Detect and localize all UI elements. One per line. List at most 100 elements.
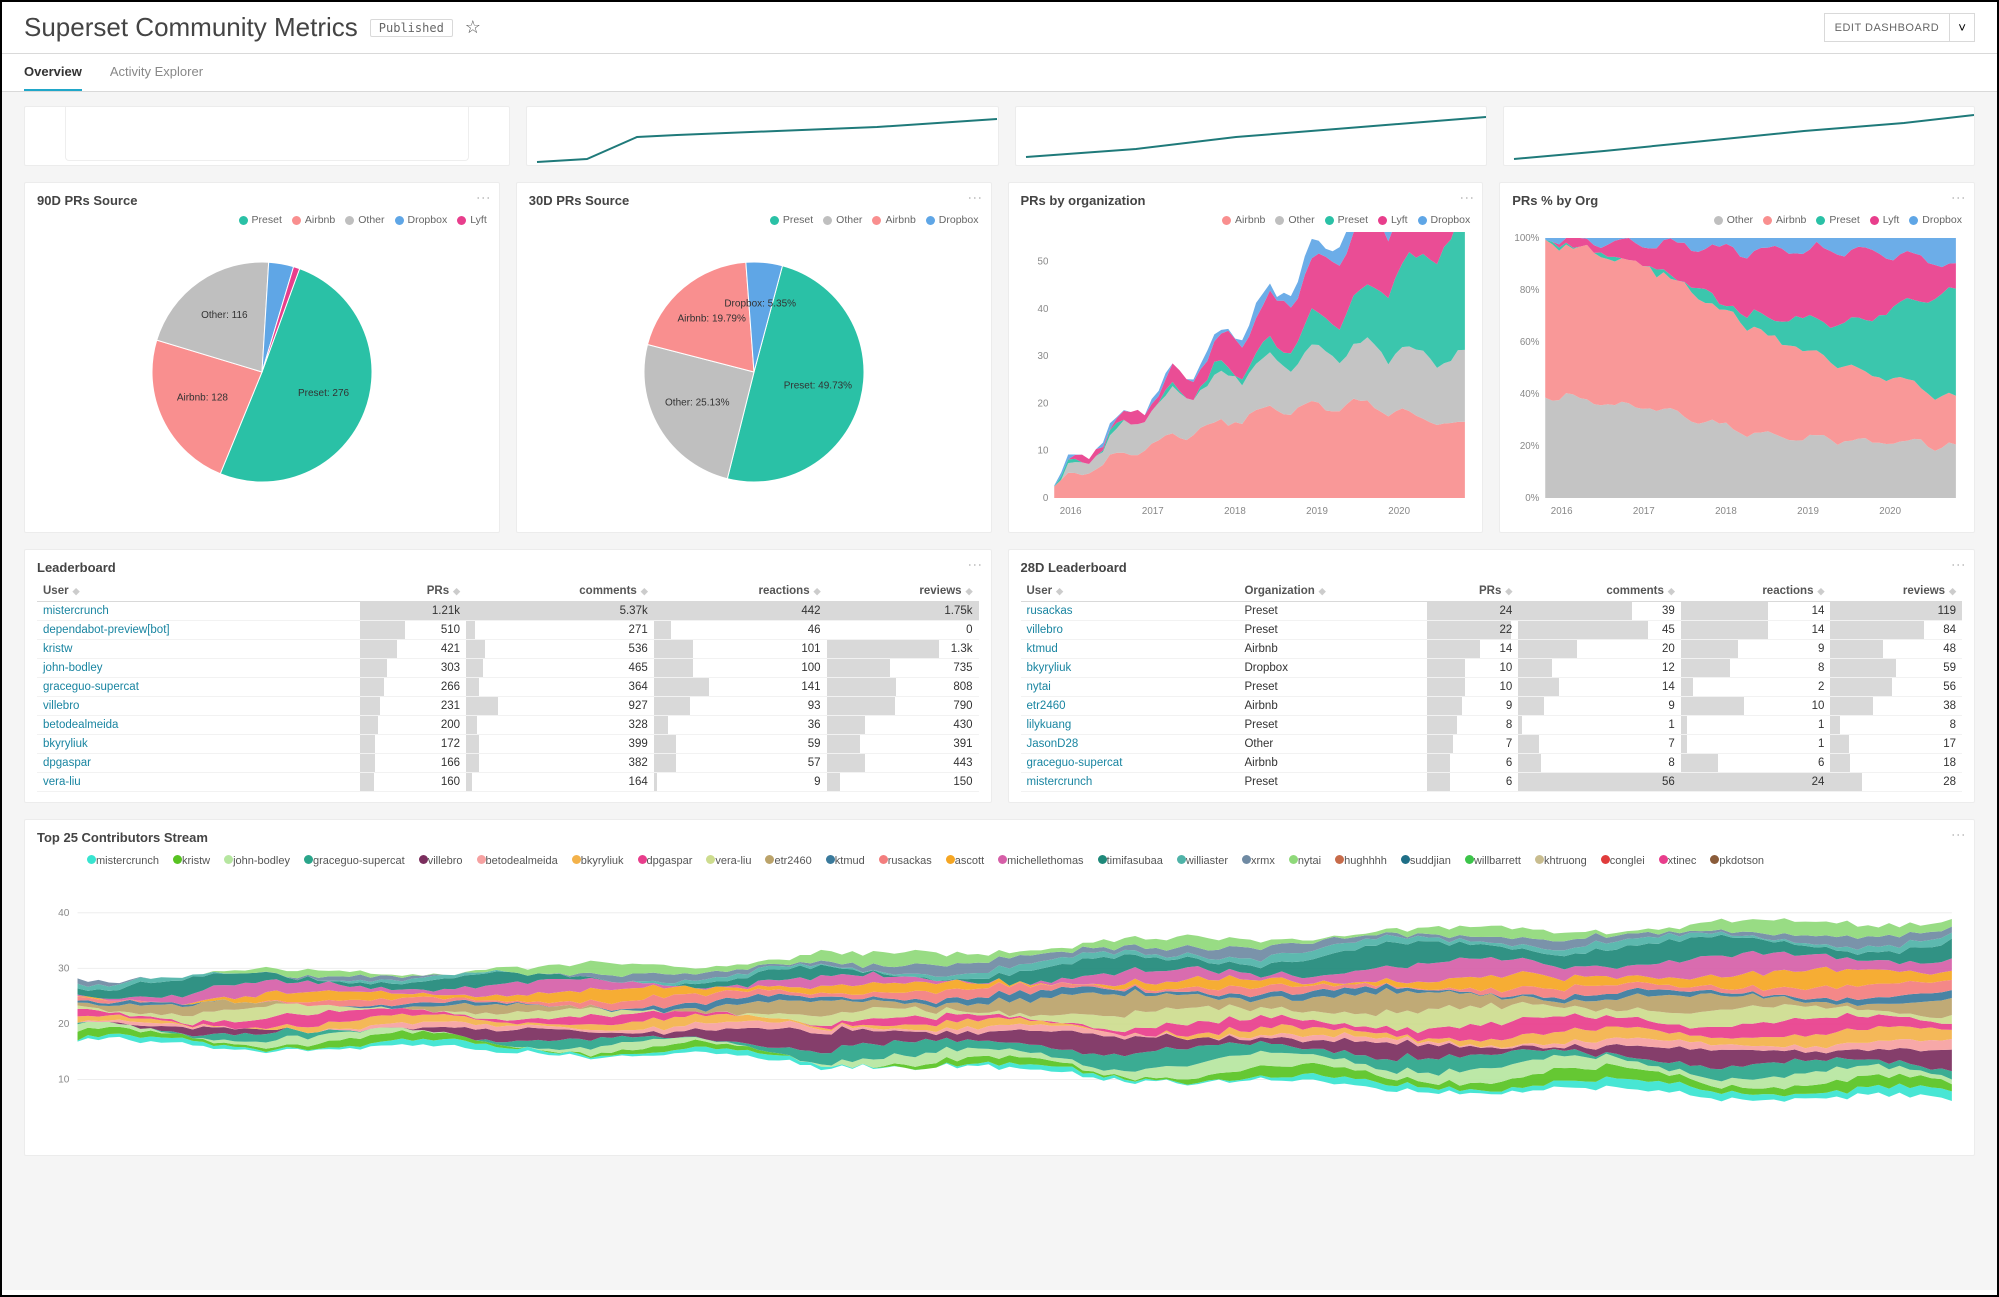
legend-item[interactable]: michellethomas xyxy=(998,855,1083,867)
column-header[interactable]: reactions◆ xyxy=(1681,581,1831,602)
legend-item[interactable]: mistercrunch xyxy=(87,855,159,867)
chart-menu-icon[interactable]: ⋮ xyxy=(1462,191,1472,203)
legend-item[interactable]: Dropbox xyxy=(1418,214,1471,226)
column-header[interactable]: User◆ xyxy=(37,581,360,602)
legend-item[interactable]: john-bodley xyxy=(224,855,290,867)
column-header[interactable]: reviews◆ xyxy=(827,581,979,602)
user-link[interactable]: dpgaspar xyxy=(43,757,91,769)
legend-item[interactable]: khtruong xyxy=(1535,855,1587,867)
legend-item[interactable]: Preset xyxy=(1816,214,1859,226)
chart-menu-icon[interactable]: ⋮ xyxy=(1954,191,1964,203)
user-link[interactable]: kristw xyxy=(43,643,72,655)
user-link[interactable]: dependabot-preview[bot] xyxy=(43,624,170,636)
tab-overview[interactable]: Overview xyxy=(24,54,82,91)
svg-text:10: 10 xyxy=(1037,446,1048,457)
user-link[interactable]: vera-liu xyxy=(43,776,81,788)
user-link[interactable]: villebro xyxy=(1027,624,1063,636)
legend-item[interactable]: kristw xyxy=(173,855,210,867)
svg-text:40: 40 xyxy=(58,908,70,919)
legend-item[interactable]: Airbnb xyxy=(1222,214,1265,226)
legend-item[interactable]: timifasubaa xyxy=(1098,855,1163,867)
column-header[interactable]: reviews◆ xyxy=(1830,581,1962,602)
chart-menu-icon[interactable]: ⋮ xyxy=(971,191,981,203)
legend-item[interactable]: conglei xyxy=(1601,855,1645,867)
legend-item[interactable]: bkyryliuk xyxy=(572,855,624,867)
edit-dashboard-button[interactable]: EDIT DASHBOARD xyxy=(1824,13,1951,42)
svg-text:2017: 2017 xyxy=(1633,506,1655,517)
legend-item[interactable]: Other xyxy=(345,214,384,226)
svg-text:Dropbox: 5.35%: Dropbox: 5.35% xyxy=(724,298,796,309)
legend-item[interactable]: Dropbox xyxy=(395,214,448,226)
legend-item[interactable]: Airbnb xyxy=(292,214,335,226)
chart-menu-icon[interactable]: ⋮ xyxy=(1954,558,1964,570)
chart-menu-icon[interactable]: ⋮ xyxy=(1954,828,1964,840)
user-link[interactable]: JasonD28 xyxy=(1027,738,1079,750)
legend-item[interactable]: xtinec xyxy=(1659,855,1697,867)
user-link[interactable]: graceguo-supercat xyxy=(1027,757,1123,769)
legend-item[interactable]: Other xyxy=(1275,214,1314,226)
column-header[interactable]: User◆ xyxy=(1021,581,1239,602)
column-header[interactable]: PRs◆ xyxy=(1427,581,1519,602)
table-row: vera-liu1601649150 xyxy=(37,773,979,792)
user-link[interactable]: bkyryliuk xyxy=(1027,662,1072,674)
legend-item[interactable]: pkdotson xyxy=(1710,855,1764,867)
legend-item[interactable]: Lyft xyxy=(1870,214,1900,226)
legend-item[interactable]: Preset xyxy=(770,214,813,226)
legend-item[interactable]: Airbnb xyxy=(1763,214,1806,226)
legend-item[interactable]: Other xyxy=(823,214,862,226)
legend-item[interactable]: Airbnb xyxy=(872,214,915,226)
tab-activity-explorer[interactable]: Activity Explorer xyxy=(110,54,203,91)
legend-item[interactable]: suddjian xyxy=(1401,855,1451,867)
dashboard-title: Superset Community Metrics xyxy=(24,12,358,43)
edit-dropdown-caret[interactable]: ˅ xyxy=(1950,13,1975,42)
svg-text:Airbnb: 128: Airbnb: 128 xyxy=(177,392,229,403)
user-link[interactable]: mistercrunch xyxy=(1027,776,1093,788)
chart-menu-icon[interactable]: ⋮ xyxy=(971,558,981,570)
user-link[interactable]: lilykuang xyxy=(1027,719,1072,731)
legend-item[interactable]: Preset xyxy=(239,214,282,226)
svg-text:60%: 60% xyxy=(1520,337,1540,348)
table-row: john-bodley303465100735 xyxy=(37,659,979,678)
user-link[interactable]: mistercrunch xyxy=(43,605,109,617)
column-header[interactable]: PRs◆ xyxy=(360,581,466,602)
column-header[interactable]: reactions◆ xyxy=(654,581,827,602)
legend-item[interactable]: villebro xyxy=(419,855,463,867)
user-link[interactable]: graceguo-supercat xyxy=(43,681,139,693)
column-header[interactable]: comments◆ xyxy=(1518,581,1681,602)
user-link[interactable]: ktmud xyxy=(1027,643,1058,655)
legend-item[interactable]: Lyft xyxy=(1378,214,1408,226)
legend-item[interactable]: dpgaspar xyxy=(638,855,693,867)
legend-item[interactable]: Dropbox xyxy=(1909,214,1962,226)
table-row: dpgaspar16638257443 xyxy=(37,754,979,773)
legend-item[interactable]: Dropbox xyxy=(926,214,979,226)
legend-item[interactable]: Lyft xyxy=(457,214,487,226)
legend-item[interactable]: nytai xyxy=(1289,855,1321,867)
user-link[interactable]: villebro xyxy=(43,700,79,712)
legend-item[interactable]: graceguo-supercat xyxy=(304,855,405,867)
legend-item[interactable]: Other xyxy=(1714,214,1753,226)
legend-item[interactable]: vera-liu xyxy=(706,855,751,867)
user-link[interactable]: nytai xyxy=(1027,681,1051,693)
legend-item[interactable]: etr2460 xyxy=(765,855,811,867)
legend-item[interactable]: ktmud xyxy=(826,855,865,867)
legend-item[interactable]: Preset xyxy=(1325,214,1368,226)
chart-menu-icon[interactable]: ⋮ xyxy=(479,191,489,203)
legend-item[interactable]: ascott xyxy=(946,855,984,867)
user-link[interactable]: john-bodley xyxy=(43,662,102,674)
legend-item[interactable]: hughhhh xyxy=(1335,855,1387,867)
svg-text:2016: 2016 xyxy=(1059,506,1081,517)
column-header[interactable]: Organization◆ xyxy=(1238,581,1426,602)
legend-item[interactable]: williaster xyxy=(1177,855,1228,867)
column-header[interactable]: comments◆ xyxy=(466,581,654,602)
user-link[interactable]: bkyryliuk xyxy=(43,738,88,750)
legend-item[interactable]: rusackas xyxy=(879,855,932,867)
table-row: kristw4215361011.3k xyxy=(37,640,979,659)
user-link[interactable]: rusackas xyxy=(1027,605,1073,617)
legend-item[interactable]: willbarrett xyxy=(1465,855,1521,867)
legend-item[interactable]: betodealmeida xyxy=(477,855,558,867)
user-link[interactable]: betodealmeida xyxy=(43,719,118,731)
table-row: mistercrunch1.21k5.37k4421.75k xyxy=(37,602,979,621)
legend-item[interactable]: xrmx xyxy=(1242,855,1275,867)
favorite-star-icon[interactable]: ☆ xyxy=(465,17,481,38)
user-link[interactable]: etr2460 xyxy=(1027,700,1066,712)
